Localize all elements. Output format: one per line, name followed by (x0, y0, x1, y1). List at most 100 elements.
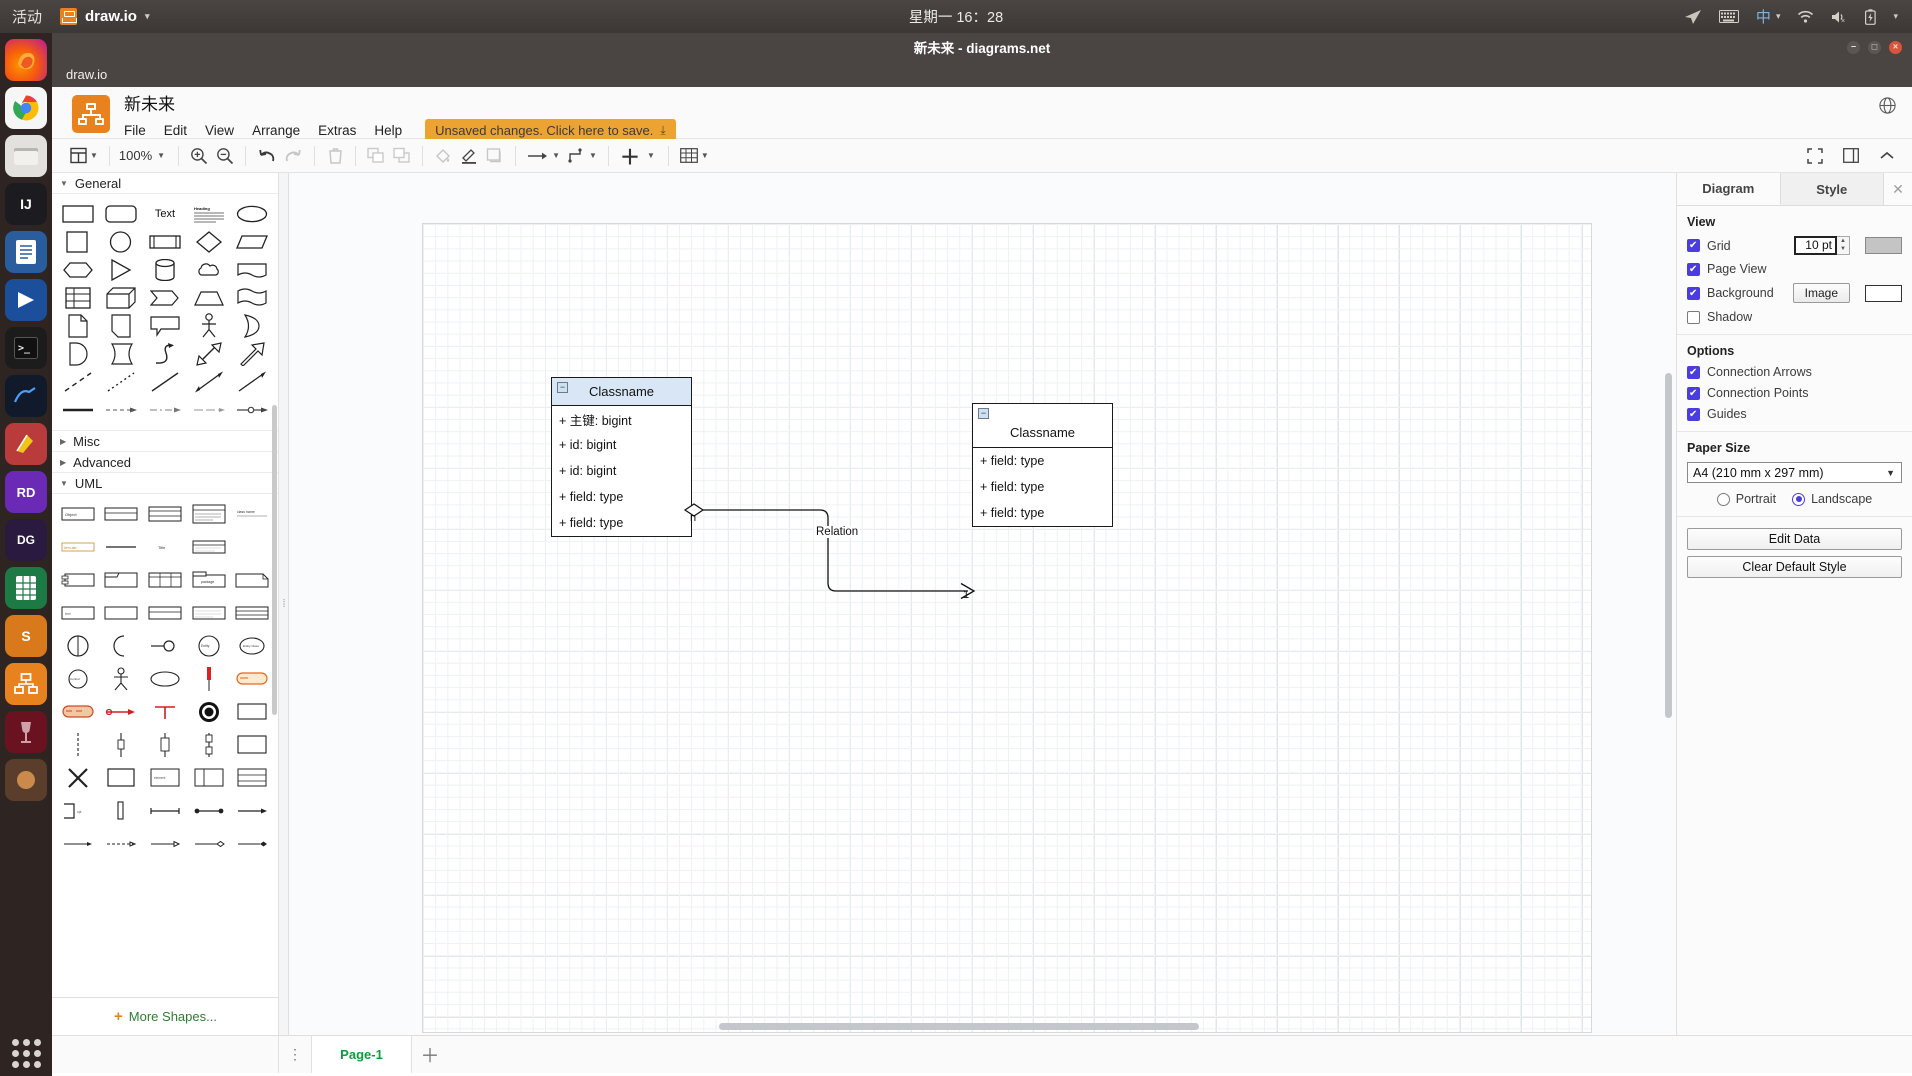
input-method-indicator[interactable]: 中 ▾ (1756, 6, 1781, 27)
uml-shape-half-circle[interactable] (100, 632, 144, 660)
uml-shape-highlighted-row[interactable]: item attr (56, 533, 100, 561)
connection-arrows-checkbox[interactable] (1687, 365, 1700, 379)
maximize-button[interactable]: □ (1868, 40, 1881, 54)
dock-item-sublime[interactable]: S (5, 615, 47, 657)
uml-shape-oval-red[interactable] (56, 698, 100, 726)
shape-table[interactable] (56, 284, 100, 312)
shape-arrow-line[interactable] (230, 368, 274, 396)
shape-arrow[interactable] (230, 340, 274, 368)
menu-edit[interactable]: Edit (155, 120, 196, 141)
uml-shape-component[interactable] (56, 566, 100, 594)
uml-shape-circle-split[interactable] (56, 632, 100, 660)
dock-item-firefox[interactable] (5, 39, 47, 81)
uml-shape-lifeline-1[interactable] (56, 731, 100, 759)
keyboard-icon[interactable] (1718, 10, 1739, 23)
shape-rounded-rectangle[interactable] (100, 200, 144, 228)
uml-relation-edge[interactable] (683, 401, 985, 600)
uml-shape-rounded-red[interactable] (230, 665, 274, 693)
collapse-toolbar-icon[interactable] (1874, 143, 1900, 169)
shape-dashed-line[interactable] (56, 368, 100, 396)
uml-shape-simple-box-3[interactable] (143, 599, 187, 627)
uml-shape-assoc-2[interactable] (187, 797, 231, 825)
wifi-icon[interactable] (1797, 10, 1814, 23)
shape-square[interactable] (56, 228, 100, 256)
fullscreen-icon[interactable] (1802, 143, 1828, 169)
dock-item-calc[interactable] (5, 567, 47, 609)
dock-item-datagrip-blue[interactable] (5, 279, 47, 321)
send-icon[interactable] (1684, 9, 1702, 25)
uml-shape-classname-label[interactable]: class name (230, 500, 274, 528)
shape-double-arrow-line[interactable] (187, 368, 231, 396)
uml-shape-entity-control[interactable]: Entity Class (230, 632, 274, 660)
uml-shape-lifeline-3[interactable] (143, 731, 187, 759)
uml-shape-class-sections[interactable] (143, 500, 187, 528)
shape-data-storage[interactable] (100, 340, 144, 368)
uml-shape-lifeline-2[interactable] (100, 731, 144, 759)
shape-dashed-arrow[interactable] (100, 396, 144, 424)
canvas-horizontal-scrollbar[interactable] (719, 1023, 1199, 1030)
show-applications-button[interactable] (5, 1038, 47, 1068)
background-color-swatch[interactable] (1865, 284, 1902, 302)
tab-diagram[interactable]: Diagram (1677, 173, 1781, 205)
uml-relation-target-multiplicity[interactable]: 1 (963, 589, 969, 601)
toggle-format-panel-icon[interactable] (1838, 143, 1864, 169)
shapes-scrollbar[interactable] (272, 405, 277, 715)
chevron-down-icon[interactable]: ▼ (647, 151, 655, 160)
shape-thick-line[interactable] (56, 396, 100, 424)
uml-class-1-attr-2[interactable]: + id: bigint (552, 458, 691, 484)
shapes-section-advanced[interactable]: ▶ Advanced (52, 452, 278, 473)
shape-rectangle[interactable] (56, 200, 100, 228)
dock-item-intellij[interactable]: IJ (5, 183, 47, 225)
page-tab-page-1[interactable]: Page-1 (311, 1036, 412, 1073)
uml-shape-class-items[interactable] (187, 500, 231, 528)
menu-help[interactable]: Help (365, 120, 411, 141)
connection-points-checkbox[interactable] (1687, 386, 1700, 400)
uml-shape-simple-box-1[interactable]: text (56, 599, 100, 627)
uml-shape-assoc-3[interactable] (230, 797, 274, 825)
shapes-section-uml[interactable]: ▼ UML (52, 473, 278, 494)
shape-cloud[interactable] (187, 256, 231, 284)
uml-shape-arrow-5[interactable] (230, 830, 274, 858)
uml-shape-arrow-4[interactable] (187, 830, 231, 858)
uml-shape-provided-interface[interactable] (143, 632, 187, 660)
uml-class-1-attr-1[interactable]: + id: bigint (552, 432, 691, 458)
shape-document[interactable] (230, 284, 274, 312)
shape-trapezoid[interactable] (187, 284, 231, 312)
portrait-radio[interactable] (1716, 492, 1730, 506)
uml-relation-source-multiplicity[interactable]: n (690, 512, 696, 524)
shape-textbox[interactable]: Heading (187, 200, 231, 228)
zoom-out-icon[interactable] (212, 143, 238, 169)
paper-size-select[interactable]: A4 (210 mm x 297 mm) ▼ (1687, 462, 1902, 483)
shape-long-dash-arrow[interactable] (187, 396, 231, 424)
page-view-checkbox[interactable] (1687, 262, 1700, 276)
uml-shape-actor[interactable] (100, 665, 144, 693)
tab-style[interactable]: Style (1780, 173, 1884, 205)
uml-shape-split-box[interactable] (187, 764, 231, 792)
landscape-radio[interactable] (1792, 492, 1806, 506)
shape-parallelogram[interactable] (230, 228, 274, 256)
shape-text[interactable]: Text (143, 200, 187, 228)
uml-shape-square-plain[interactable] (100, 764, 144, 792)
grid-color-swatch[interactable] (1865, 237, 1902, 254)
add-page-button[interactable]: ＋ (412, 1036, 448, 1073)
uml-shape-arrow-2[interactable] (100, 830, 144, 858)
dock-item-app[interactable] (5, 759, 47, 801)
uml-shape-usecase[interactable] (143, 665, 187, 693)
clear-default-style-button[interactable]: Clear Default Style (1687, 556, 1902, 578)
zoom-level[interactable]: 100% (117, 148, 154, 163)
uml-class-1-attr-4[interactable]: + field: type (552, 510, 691, 536)
diagram-canvas[interactable]: − Classname + 主键: bigint + id: bigint + … (289, 173, 1676, 1035)
canvas-vertical-scrollbar[interactable] (1665, 373, 1672, 718)
uml-shape-labeled-box[interactable]: element (143, 764, 187, 792)
uml-shape-red-arrow[interactable] (100, 698, 144, 726)
uml-class-1-attr-0[interactable]: + 主键: bigint (552, 406, 691, 432)
uml-shape-multi-box[interactable] (230, 764, 274, 792)
dock-item-rider[interactable]: RD (5, 471, 47, 513)
background-image-button[interactable]: Image (1792, 283, 1850, 303)
shape-circle[interactable] (100, 228, 144, 256)
uml-shape-lifeline-red[interactable] (187, 665, 231, 693)
dock-item-files[interactable] (5, 135, 47, 177)
shape-actor[interactable] (187, 312, 231, 340)
shape-dotted-line[interactable] (100, 368, 144, 396)
shape-curve-arrow[interactable] (143, 340, 187, 368)
